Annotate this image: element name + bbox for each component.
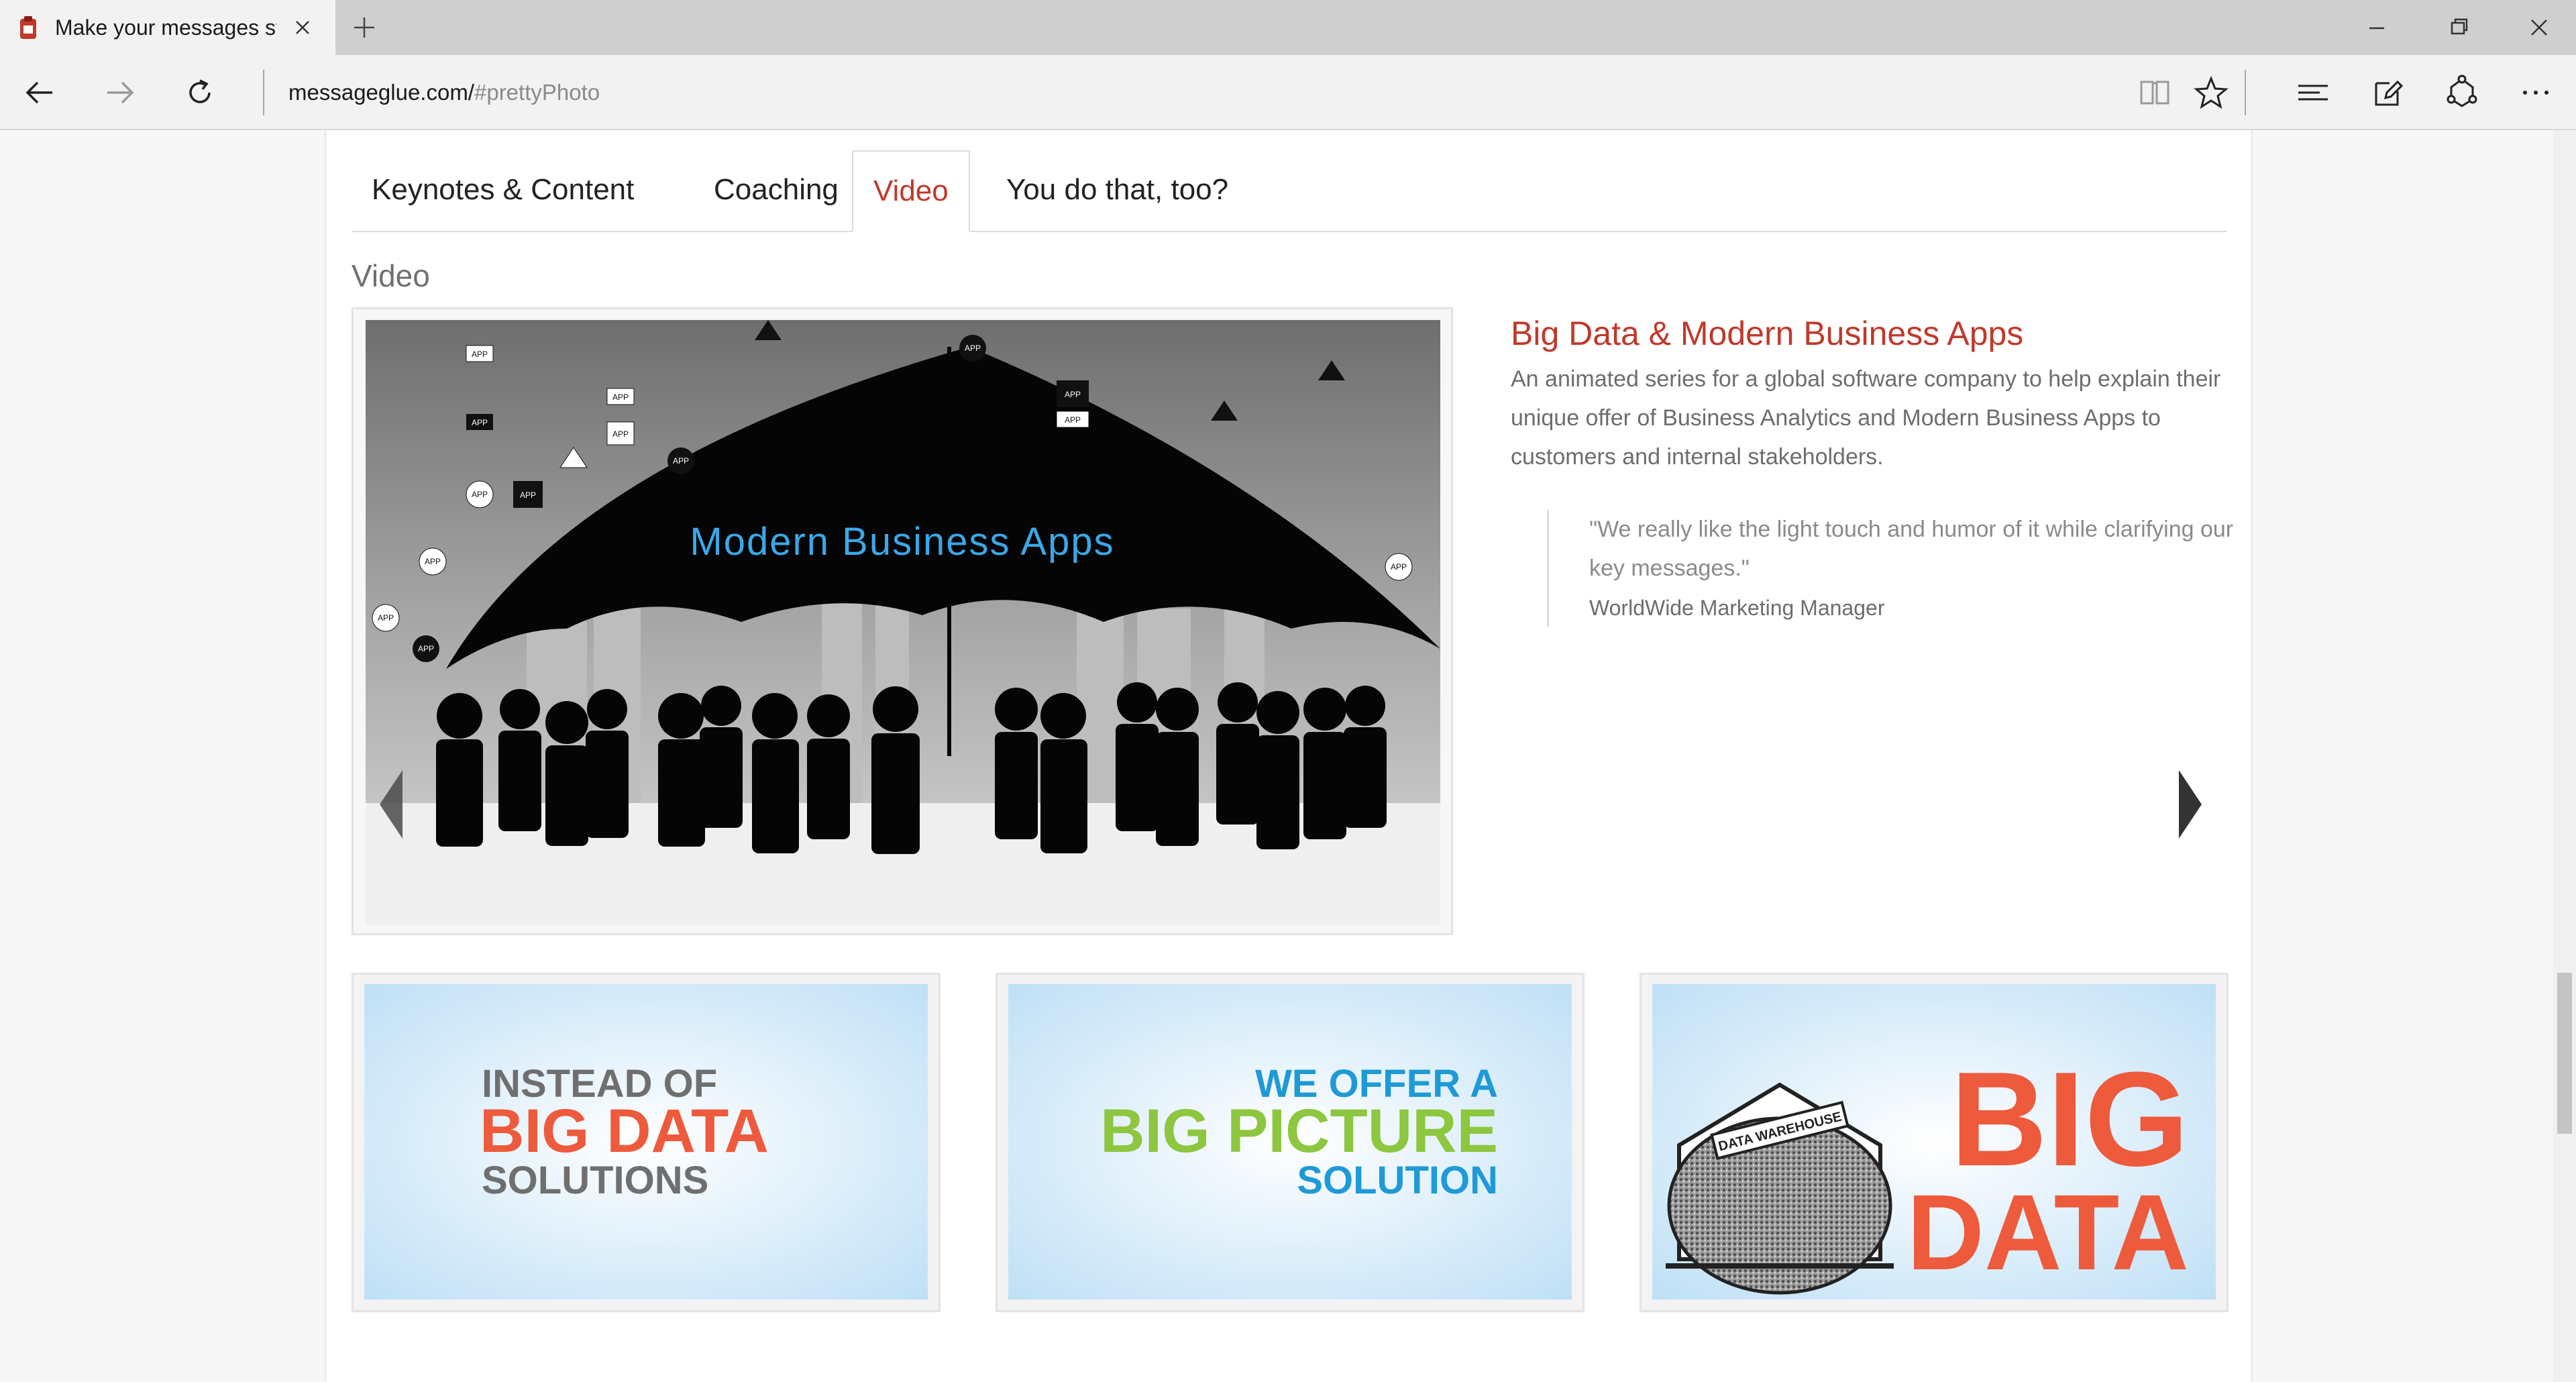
favorite-star-icon[interactable] (2191, 72, 2231, 113)
thumbnail-instead-of-big-data[interactable]: INSTEAD OF BIG DATA SOLUTIONS (352, 973, 941, 1312)
tab-you-do-that-too[interactable]: You do that, too? (986, 150, 1248, 229)
svg-text:APP: APP (520, 490, 536, 500)
quote-author: WorldWide Marketing Manager (1589, 596, 1885, 620)
close-window-icon[interactable] (2522, 12, 2556, 43)
thumb1-line3: SOLUTIONS (482, 1159, 708, 1202)
svg-text:APP: APP (472, 490, 488, 499)
previous-arrow-icon[interactable] (376, 767, 407, 841)
thumb2-line3: SOLUTION (1297, 1159, 1498, 1202)
svg-text:APP: APP (1065, 415, 1081, 425)
feature-title: Big Data & Modern Business Apps (1511, 315, 2024, 352)
svg-text:APP: APP (612, 429, 629, 439)
refresh-icon[interactable] (180, 72, 220, 113)
web-note-icon[interactable] (2368, 72, 2408, 113)
reading-view-icon[interactable] (2135, 72, 2175, 113)
instead-of-big-data-image[interactable]: INSTEAD OF BIG DATA SOLUTIONS (364, 984, 928, 1299)
back-arrow-icon[interactable] (20, 72, 60, 113)
thumbnail-we-offer-big-picture[interactable]: WE OFFER A BIG PICTURE SOLUTION (996, 973, 1585, 1312)
tab-coaching[interactable]: Coaching (694, 150, 859, 229)
section-title: Video (352, 258, 430, 293)
thumb1-line2: BIG DATA (480, 1097, 769, 1165)
thumb2-line2: BIG PICTURE (1100, 1097, 1498, 1165)
new-tab-icon[interactable] (349, 12, 380, 43)
hub-icon[interactable] (2293, 72, 2333, 113)
tab-title: Make your messages sti (55, 15, 276, 40)
big-data-warehouse-image[interactable]: DATA WAREHOUSE BIG DATA (1652, 984, 2216, 1299)
svg-text:APP: APP (673, 456, 689, 466)
scrollbar-thumb[interactable] (2557, 973, 2572, 1134)
modern-business-apps-caption: Modern Business Apps (690, 520, 1114, 564)
svg-text:APP: APP (378, 613, 394, 623)
address-host: messageglue.com/ (288, 80, 474, 105)
feature-video-frame[interactable]: APP APP APP APP APP APP APP APP APP APP … (352, 307, 1453, 935)
close-tab-icon[interactable] (290, 15, 315, 40)
forward-arrow-icon[interactable] (99, 72, 140, 113)
svg-text:APP: APP (1391, 562, 1407, 572)
vertical-scrollbar[interactable] (2553, 130, 2576, 1382)
svg-text:APP: APP (1065, 390, 1081, 399)
address-path: #prettyPhoto (474, 80, 600, 105)
svg-text:APP: APP (425, 557, 441, 566)
content-tabs: Keynotes & Content Coaching Video You do… (352, 150, 2227, 232)
modern-business-apps-image[interactable]: APP APP APP APP APP APP APP APP APP APP … (366, 320, 1440, 925)
content-card: Keynotes & Content Coaching Video You do… (325, 130, 2253, 1382)
svg-text:APP: APP (472, 350, 488, 359)
thumbnail-big-data[interactable]: DATA WAREHOUSE BIG DATA (1640, 973, 2229, 1312)
more-icon[interactable] (2516, 72, 2556, 113)
feature-description: An animated series for a global software… (1511, 366, 2221, 470)
address-bar[interactable]: messageglue.com/#prettyPhoto (288, 79, 600, 106)
tab-keynotes-content[interactable]: Keynotes & Content (352, 150, 654, 229)
svg-text:APP: APP (965, 343, 981, 353)
tab-strip: Make your messages sti (0, 0, 2576, 55)
we-offer-big-picture-image[interactable]: WE OFFER A BIG PICTURE SOLUTION (1008, 984, 1572, 1299)
minimize-icon[interactable] (2360, 12, 2394, 43)
favicon-icon (20, 16, 36, 39)
thumb3-line2: DATA (1907, 1172, 2189, 1292)
page-viewport: Keynotes & Content Coaching Video You do… (0, 130, 2576, 1382)
svg-text:APP: APP (418, 644, 434, 653)
testimonial-quote: "We really like the light touch and humo… (1547, 510, 2260, 627)
svg-text:APP: APP (612, 392, 629, 402)
toolbar-separator (2245, 70, 2246, 115)
share-icon[interactable] (2442, 72, 2482, 113)
next-arrow-icon[interactable] (2175, 767, 2206, 841)
svg-text:APP: APP (472, 418, 488, 427)
quote-text: "We really like the light touch and humo… (1589, 517, 2234, 581)
restore-icon[interactable] (2442, 12, 2475, 43)
address-separator (263, 70, 264, 115)
browser-tab[interactable]: Make your messages sti (0, 0, 335, 55)
tab-video[interactable]: Video (852, 150, 970, 232)
navigation-bar: messageglue.com/#prettyPhoto (0, 55, 2576, 130)
